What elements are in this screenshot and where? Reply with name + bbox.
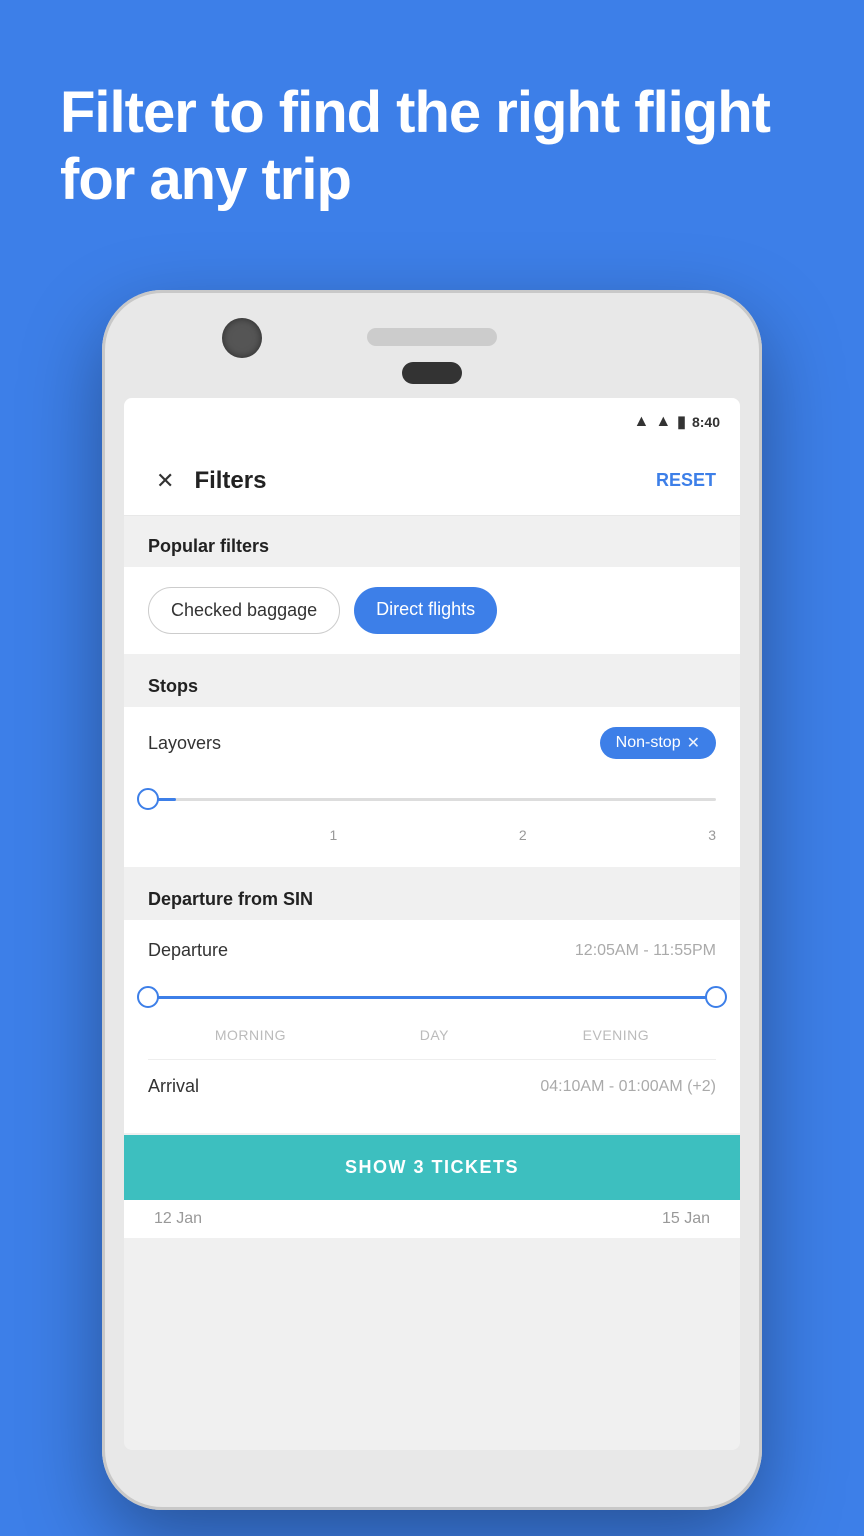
- phone-speaker: [367, 328, 497, 346]
- stops-row: Layovers Non-stop ✕: [148, 727, 716, 759]
- dates-bar: 12 Jan 15 Jan: [124, 1200, 740, 1238]
- filters-title: Filters: [194, 467, 656, 495]
- popular-filters-card: Checked baggage Direct flights: [124, 567, 740, 654]
- signal-icon: ▲: [655, 413, 671, 431]
- arrival-time-range: 04:10AM - 01:00AM (+2): [540, 1078, 716, 1096]
- slider-track: [148, 798, 716, 801]
- phone-camera: [222, 318, 262, 358]
- chips-row: Checked baggage Direct flights: [148, 587, 716, 634]
- departure-time-row: Departure 12:05AM - 11:55PM: [148, 940, 716, 961]
- departure-range-slider[interactable]: [148, 977, 716, 1017]
- phone-screen: ▲ ▲ ▮ 8:40 ✕ Filters RESET Popular filte…: [124, 398, 740, 1450]
- date-left: 12 Jan: [154, 1210, 202, 1228]
- period-day: DAY: [420, 1027, 449, 1043]
- departure-section-label: Departure from SIN: [124, 869, 740, 920]
- departure-time-range: 12:05AM - 11:55PM: [575, 942, 716, 960]
- clock: 8:40: [692, 414, 720, 430]
- battery-icon: ▮: [677, 412, 686, 432]
- date-right: 15 Jan: [662, 1210, 710, 1228]
- show-tickets-button[interactable]: SHOW 3 TICKETS: [124, 1135, 740, 1200]
- departure-thumb-right[interactable]: [705, 986, 727, 1008]
- tick-1: 1: [330, 827, 338, 843]
- phone-button: [402, 362, 462, 384]
- slider-thumb[interactable]: [137, 788, 159, 810]
- layovers-label: Layovers: [148, 733, 221, 754]
- arrival-label: Arrival: [148, 1076, 199, 1097]
- reset-button[interactable]: RESET: [656, 470, 716, 491]
- stops-section-label: Stops: [124, 656, 740, 707]
- nonstop-close-icon[interactable]: ✕: [687, 733, 700, 753]
- status-icons: ▲ ▲ ▮ 8:40: [633, 412, 720, 432]
- period-evening: EVENING: [583, 1027, 650, 1043]
- departure-range-track: [148, 996, 716, 999]
- departure-card: Departure 12:05AM - 11:55PM MORNING DAY …: [124, 920, 740, 1133]
- chip-checked-baggage[interactable]: Checked baggage: [148, 587, 340, 634]
- popular-filters-label: Popular filters: [124, 516, 740, 567]
- stops-card: Layovers Non-stop ✕ 1 2 3: [124, 707, 740, 867]
- arrival-time-row: Arrival 04:10AM - 01:00AM (+2): [148, 1076, 716, 1097]
- status-bar: ▲ ▲ ▮ 8:40: [124, 398, 740, 446]
- tick-2: 2: [519, 827, 527, 843]
- nonstop-badge[interactable]: Non-stop ✕: [600, 727, 716, 759]
- close-button[interactable]: ✕: [148, 460, 182, 502]
- wifi-icon: ▲: [633, 413, 649, 431]
- tick-3: 3: [708, 827, 716, 843]
- filters-header: ✕ Filters RESET: [124, 446, 740, 516]
- departure-thumb-left[interactable]: [137, 986, 159, 1008]
- slider-labels: 1 2 3: [148, 827, 716, 843]
- period-morning: MORNING: [215, 1027, 286, 1043]
- background-headline: Filter to find the right flight for any …: [60, 80, 804, 213]
- nonstop-label: Non-stop: [616, 734, 681, 752]
- divider: [148, 1059, 716, 1060]
- departure-label: Departure: [148, 940, 228, 961]
- chip-direct-flights[interactable]: Direct flights: [354, 587, 497, 634]
- time-period-labels: MORNING DAY EVENING: [148, 1027, 716, 1043]
- phone-shell: ▲ ▲ ▮ 8:40 ✕ Filters RESET Popular filte…: [102, 290, 762, 1510]
- stops-slider[interactable]: [148, 779, 716, 819]
